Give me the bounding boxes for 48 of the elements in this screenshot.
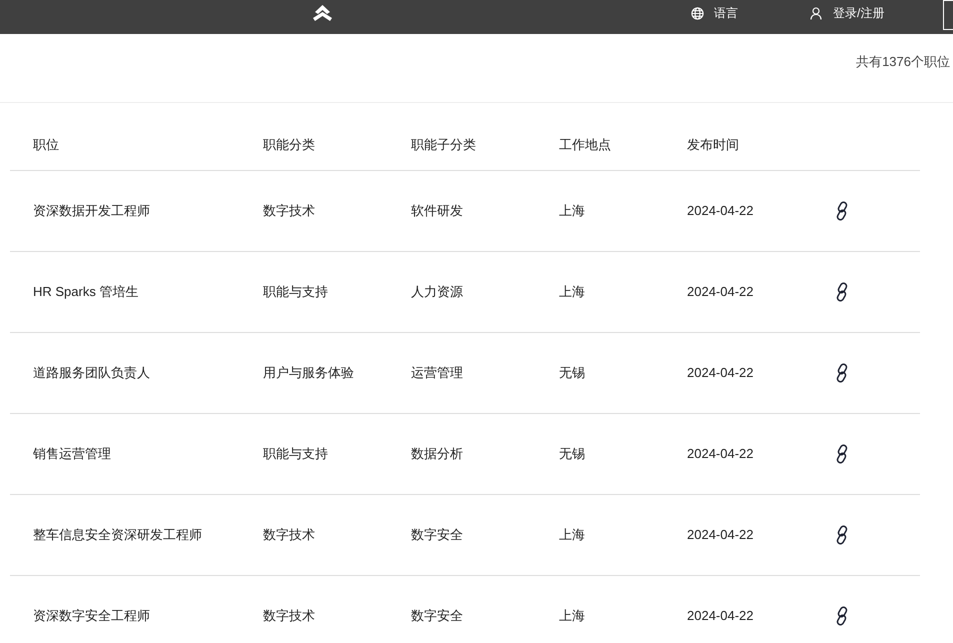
link-icon[interactable]: [835, 525, 849, 545]
job-title-link[interactable]: 道路服务团队负责人: [33, 365, 150, 380]
table-cell: 2024-04-22: [687, 203, 754, 218]
column-header: 发布时间: [687, 136, 740, 154]
job-title-link[interactable]: 销售运营管理: [33, 446, 111, 462]
column-header: 职能子分类: [411, 136, 477, 154]
column-header: 职能分类: [263, 136, 316, 154]
table-cell: 无锡: [559, 446, 585, 462]
language-link[interactable]: 语言: [714, 4, 738, 22]
login-link[interactable]: 登录/注册: [833, 4, 884, 22]
link-icon[interactable]: [835, 363, 849, 383]
job-title-link[interactable]: 资深数字安全工程师: [33, 608, 150, 624]
user-icon: [810, 6, 822, 20]
column-header: 职位: [33, 136, 60, 154]
table-cell: 上海: [559, 284, 585, 300]
table-cell: 人力资源: [411, 284, 463, 300]
link-icon[interactable]: [835, 282, 849, 302]
job-count: 共有1376个职位: [856, 53, 950, 70]
table-cell: 上海: [559, 608, 585, 624]
link-icon[interactable]: [835, 201, 849, 221]
table-cell: 运营管理: [411, 365, 463, 380]
table-cell: 2024-04-22: [687, 527, 754, 542]
table-cell: 用户与服务体验: [263, 365, 354, 380]
table-cell: 2024-04-22: [687, 608, 754, 624]
edge-button[interactable]: [943, 0, 953, 30]
table-cell: 2024-04-22: [687, 284, 754, 300]
table-cell: 职能与支持: [263, 446, 328, 462]
table-cell: 数字技术: [263, 527, 315, 542]
table-cell: 数字技术: [263, 203, 315, 218]
table-cell: 数字技术: [263, 608, 315, 624]
globe-icon: [691, 6, 704, 20]
job-title-link[interactable]: HR Sparks 管培生: [33, 284, 138, 300]
link-icon[interactable]: [835, 606, 849, 626]
table-cell: 上海: [559, 203, 585, 218]
table-cell: 2024-04-22: [687, 446, 754, 462]
column-header: 工作地点: [559, 136, 612, 154]
logo-icon[interactable]: [312, 3, 333, 23]
table-cell: 上海: [559, 527, 585, 542]
table-cell: 无锡: [559, 365, 585, 380]
table-cell: 数字安全: [411, 608, 463, 624]
job-title-link[interactable]: 资深数据开发工程师: [33, 203, 150, 218]
table-cell: 职能与支持: [263, 284, 328, 300]
table-cell: 2024-04-22: [687, 365, 754, 380]
job-title-link[interactable]: 整车信息安全资深研发工程师: [33, 527, 202, 542]
table-cell: 软件研发: [411, 203, 463, 218]
table-cell: 数据分析: [411, 446, 463, 462]
table-cell: 数字安全: [411, 527, 463, 542]
link-icon[interactable]: [835, 444, 849, 464]
